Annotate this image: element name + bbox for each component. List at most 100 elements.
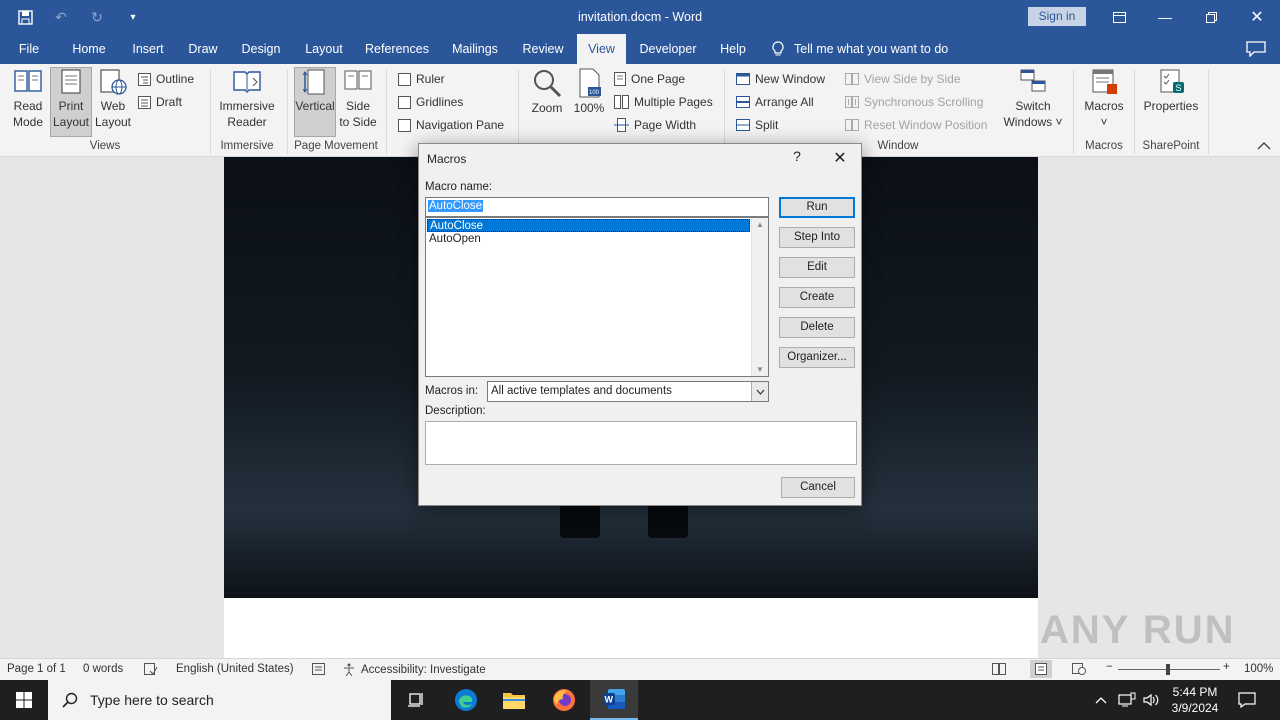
show-hidden-icons[interactable]: [1094, 680, 1108, 720]
restore-icon[interactable]: [1188, 0, 1234, 34]
close-icon[interactable]: ✕: [825, 148, 855, 168]
notifications-icon[interactable]: [1238, 680, 1256, 720]
network-icon[interactable]: [1118, 680, 1136, 720]
switch-windows-button[interactable]: Switch Windows ˅: [1000, 68, 1066, 136]
side-to-side-button[interactable]: Side to Side: [338, 68, 378, 136]
arrange-all-button[interactable]: Arrange All: [736, 93, 814, 111]
organizer-button[interactable]: Organizer...: [779, 347, 855, 368]
taskbar-word[interactable]: W: [590, 680, 638, 720]
zoom-out-button[interactable]: −: [1106, 661, 1113, 673]
sign-in-button[interactable]: Sign in: [1028, 7, 1086, 26]
volume-icon[interactable]: [1142, 680, 1160, 720]
ruler-checkbox[interactable]: Ruler: [398, 70, 445, 88]
tab-developer[interactable]: Developer: [634, 34, 702, 64]
zoom-button[interactable]: Zoom: [526, 68, 568, 136]
navigation-pane-checkbox[interactable]: Navigation Pane: [398, 116, 504, 134]
print-layout-button[interactable]: Print Layout: [50, 67, 92, 137]
minimize-icon[interactable]: —: [1142, 0, 1188, 34]
taskbar-file-explorer[interactable]: [490, 680, 538, 720]
zoom-in-button[interactable]: +: [1223, 661, 1230, 673]
tab-file[interactable]: File: [10, 34, 48, 64]
macro-list-scrollbar[interactable]: ▲ ▼: [751, 218, 768, 376]
one-page-icon: [614, 72, 626, 86]
gridlines-checkbox[interactable]: Gridlines: [398, 93, 463, 111]
view-side-by-side-button[interactable]: View Side by Side: [845, 70, 961, 88]
read-mode-status-icon[interactable]: [992, 663, 1006, 675]
tab-references[interactable]: References: [362, 34, 432, 64]
ribbon-display-options-icon[interactable]: [1096, 0, 1142, 34]
multiple-pages-button[interactable]: Multiple Pages: [614, 93, 713, 111]
tab-help[interactable]: Help: [714, 34, 752, 64]
immersive-reader-button[interactable]: Immersive Reader: [216, 68, 278, 136]
web-layout-status-icon[interactable]: [1072, 663, 1086, 675]
edit-button[interactable]: Edit: [779, 257, 855, 278]
tab-home[interactable]: Home: [66, 34, 112, 64]
task-view-button[interactable]: [392, 680, 440, 720]
taskbar-edge[interactable]: [442, 680, 490, 720]
synchronous-scrolling-label: Synchronous Scrolling: [864, 95, 984, 109]
taskbar-firefox[interactable]: [540, 680, 588, 720]
read-mode-button[interactable]: Read Mode: [6, 68, 50, 136]
tab-mailings[interactable]: Mailings: [444, 34, 506, 64]
run-button[interactable]: Run: [779, 197, 855, 218]
zoom-slider-thumb[interactable]: [1166, 664, 1170, 675]
one-page-button[interactable]: One Page: [614, 70, 685, 88]
list-item[interactable]: AutoClose: [427, 219, 750, 232]
tab-draw[interactable]: Draw: [182, 34, 224, 64]
ruler-check[interactable]: [398, 72, 411, 86]
vertical-button[interactable]: Vertical: [294, 67, 336, 137]
tab-design[interactable]: Design: [236, 34, 286, 64]
macro-recording-icon[interactable]: [312, 663, 325, 675]
zoom-100-button[interactable]: 100 100%: [570, 68, 608, 136]
zoom-level[interactable]: 100%: [1244, 663, 1273, 675]
chevron-down-icon[interactable]: [751, 382, 768, 401]
navigation-pane-check[interactable]: [398, 118, 411, 132]
create-button[interactable]: Create: [779, 287, 855, 308]
help-icon[interactable]: ?: [787, 148, 807, 168]
lightbulb-icon: [772, 41, 784, 56]
word-count[interactable]: 0 words: [83, 663, 123, 675]
macros-in-select[interactable]: All active templates and documents: [487, 381, 769, 402]
ribbon-separator: [1208, 70, 1209, 154]
reset-window-position-button[interactable]: Reset Window Position: [845, 116, 987, 134]
page-count[interactable]: Page 1 of 1: [7, 663, 66, 675]
start-button[interactable]: [0, 680, 48, 720]
macros-ribbon-button[interactable]: Macros ˅: [1080, 68, 1128, 136]
proofing-icon[interactable]: [144, 663, 158, 675]
delete-button[interactable]: Delete: [779, 317, 855, 338]
scroll-down-icon[interactable]: ▼: [752, 365, 768, 374]
clock-date: 3/9/2024: [1171, 701, 1219, 715]
language[interactable]: English (United States): [176, 663, 294, 675]
cancel-button[interactable]: Cancel: [781, 477, 855, 498]
tell-me-search[interactable]: Tell me what you want to do: [772, 34, 948, 64]
properties-button[interactable]: S Properties: [1140, 68, 1202, 136]
tab-review[interactable]: Review: [518, 34, 568, 64]
gridlines-check[interactable]: [398, 95, 411, 109]
scroll-up-icon[interactable]: ▲: [752, 220, 768, 229]
taskbar-clock[interactable]: 5:44 PM 3/9/2024: [1166, 684, 1224, 716]
web-layout-button[interactable]: Web Layout: [92, 68, 134, 136]
macro-name-input[interactable]: AutoClose: [425, 197, 769, 217]
print-layout-status-icon[interactable]: [1030, 660, 1052, 678]
draft-button[interactable]: Draft: [138, 93, 182, 111]
step-into-button[interactable]: Step Into: [779, 227, 855, 248]
taskbar-search[interactable]: Type here to search: [48, 680, 391, 720]
macros-icon: [1092, 69, 1117, 94]
close-window-icon[interactable]: ✕: [1234, 0, 1280, 34]
new-window-button[interactable]: New Window: [736, 70, 825, 88]
synchronous-scrolling-button[interactable]: Synchronous Scrolling: [845, 93, 983, 111]
title-bar: ↶ ↻ ▾ invitation.docm - Word Sign in — ✕: [0, 0, 1280, 34]
tab-layout[interactable]: Layout: [298, 34, 350, 64]
split-button[interactable]: Split: [736, 116, 778, 134]
web-layout-label-2: Layout: [94, 115, 132, 129]
list-item[interactable]: AutoOpen: [427, 233, 750, 246]
collapse-ribbon-icon[interactable]: [1257, 142, 1271, 150]
tab-insert[interactable]: Insert: [126, 34, 170, 64]
macro-list[interactable]: AutoClose AutoOpen ▲ ▼: [425, 217, 769, 377]
page-width-button[interactable]: Page Width: [614, 116, 696, 134]
outline-button[interactable]: Outline: [138, 70, 194, 88]
tab-view[interactable]: View: [577, 34, 626, 64]
view-side-by-side-icon: [845, 73, 859, 85]
comments-icon[interactable]: [1246, 41, 1266, 57]
accessibility-status[interactable]: Accessibility: Investigate: [342, 663, 486, 676]
